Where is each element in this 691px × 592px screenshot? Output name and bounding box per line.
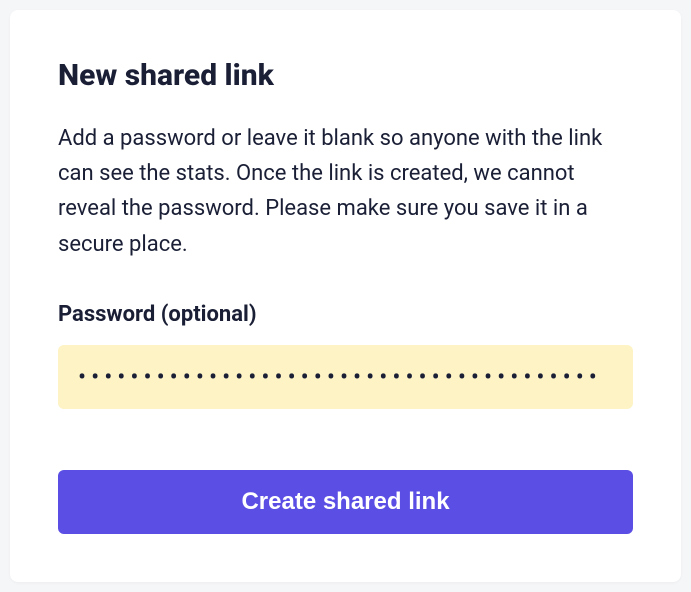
dialog-description: Add a password or leave it blank so anyo… [58,121,633,262]
spacer [58,409,633,430]
password-input[interactable] [58,345,633,409]
password-label: Password (optional) [58,302,633,327]
dialog-title: New shared link [58,58,633,93]
create-shared-link-button[interactable]: Create shared link [58,470,633,534]
new-shared-link-dialog: New shared link Add a password or leave … [10,10,681,582]
